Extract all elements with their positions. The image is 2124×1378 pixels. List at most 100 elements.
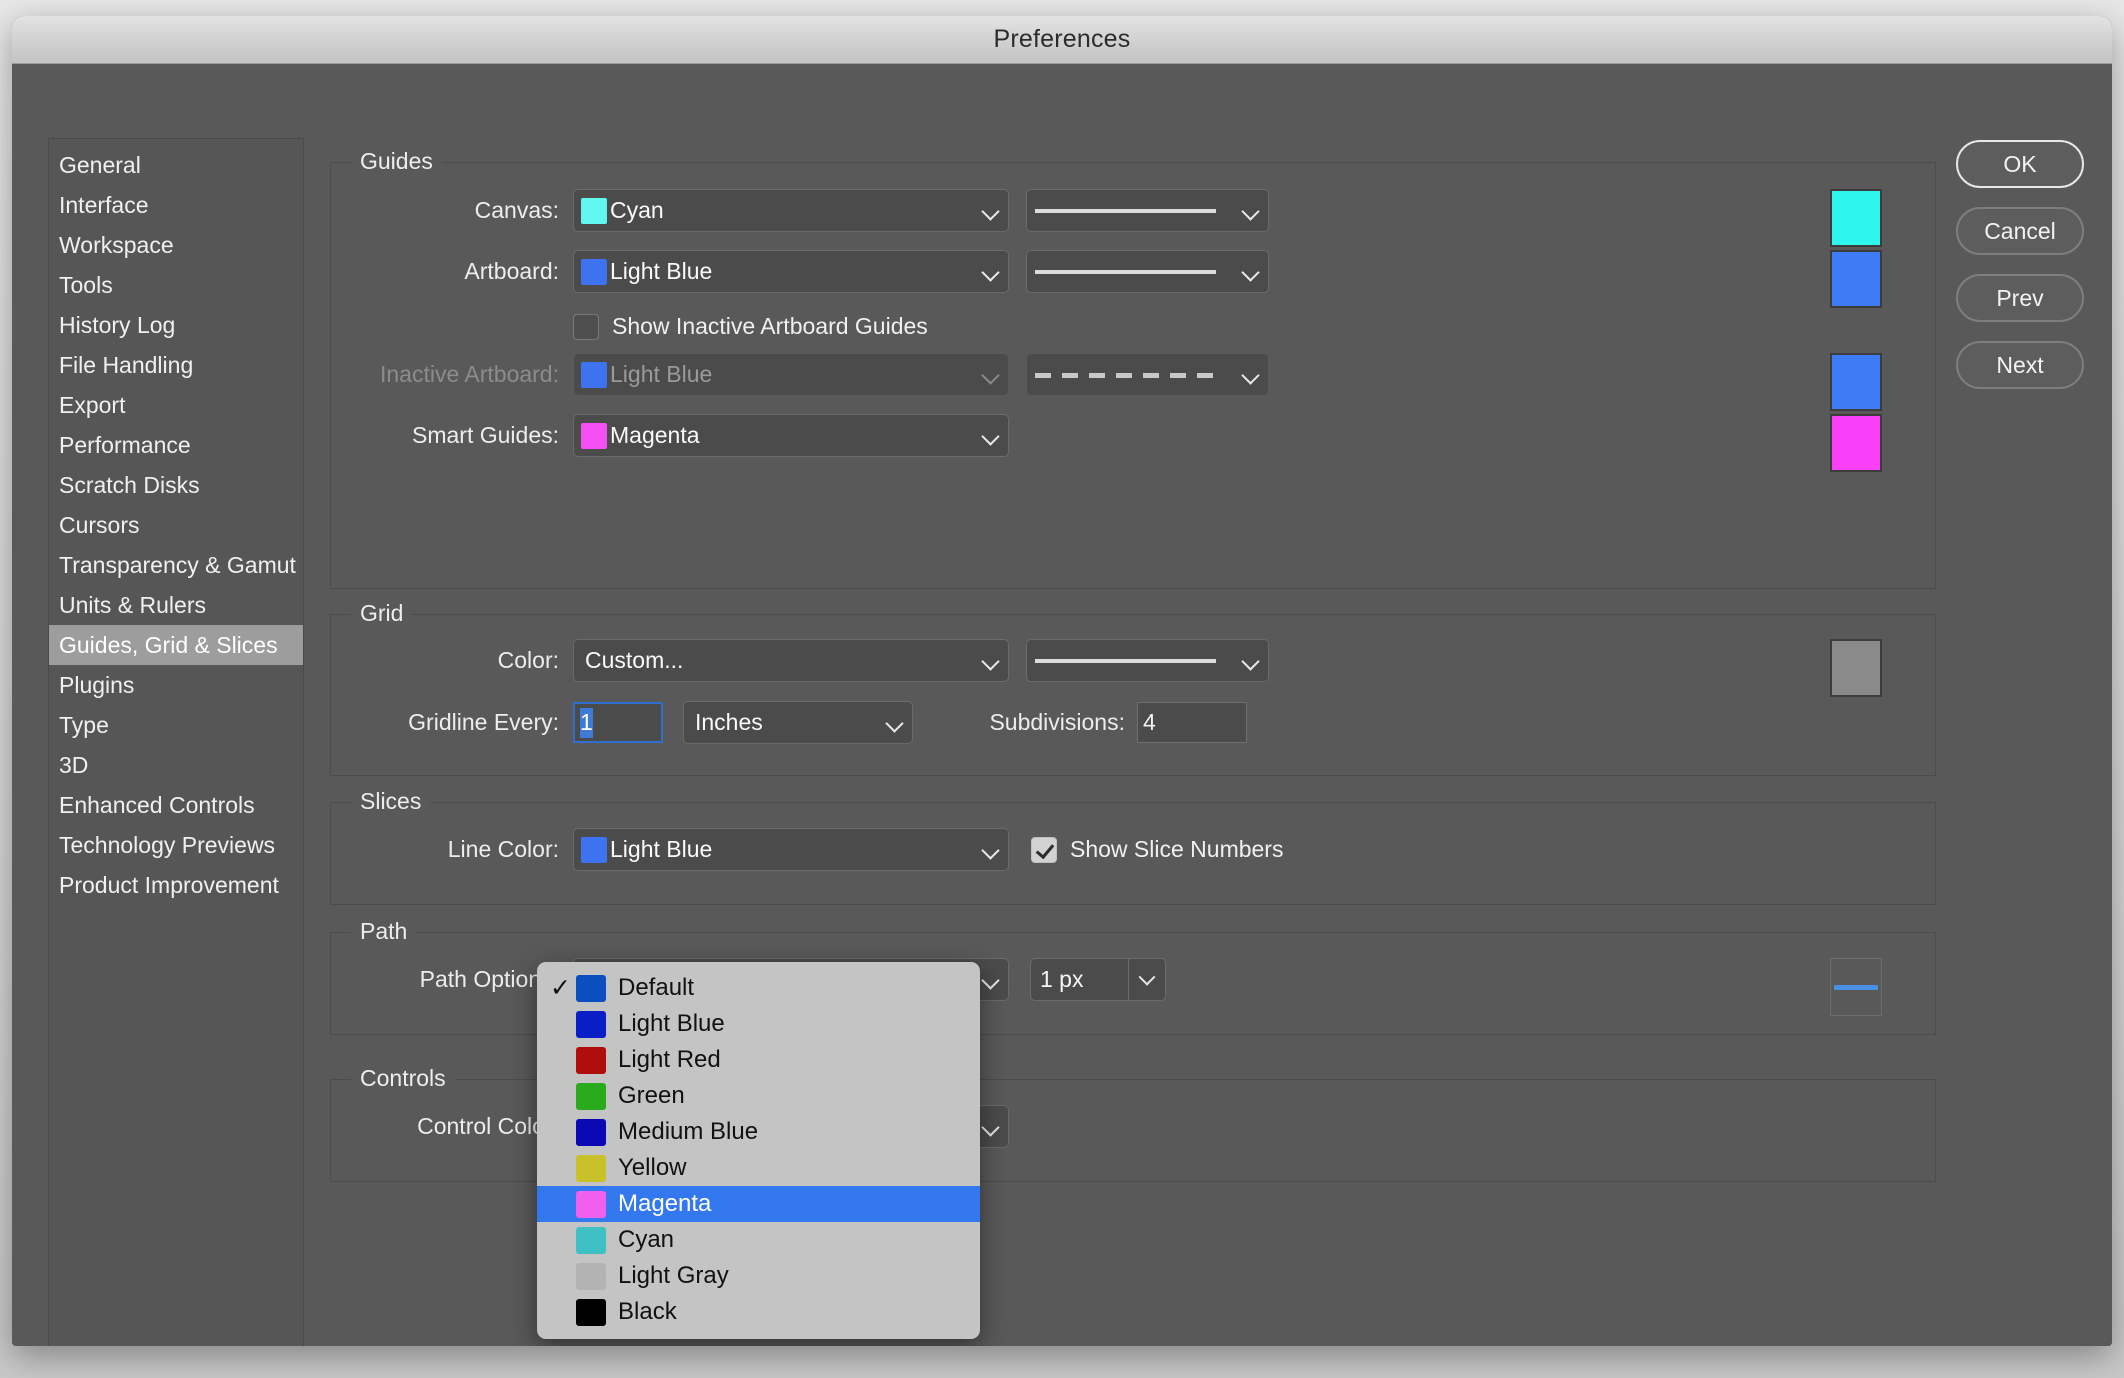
- smart-guides-color-select[interactable]: Magenta: [573, 414, 1009, 457]
- chevron-down-icon: [1240, 364, 1262, 386]
- solid-line-icon: [1035, 651, 1230, 671]
- chevron-down-icon: [980, 200, 1002, 222]
- sidebar-item-performance[interactable]: Performance: [49, 425, 303, 465]
- preferences-dialog: Preferences General Interface Workspace Too…: [12, 16, 2112, 1346]
- menu-item-label: Light Gray: [618, 1262, 729, 1289]
- path-thickness-stepper[interactable]: 1 px: [1030, 958, 1166, 1001]
- next-button[interactable]: Next: [1956, 341, 2084, 389]
- subdivisions-input[interactable]: 4: [1137, 702, 1247, 743]
- sidebar-item-cursors[interactable]: Cursors: [49, 505, 303, 545]
- chevron-down-icon: [980, 261, 1002, 283]
- sidebar-item-units-rulers[interactable]: Units & Rulers: [49, 585, 303, 625]
- show-inactive-artboard-guides-row[interactable]: Show Inactive Artboard Guides: [573, 313, 928, 340]
- chevron-down-icon[interactable]: [1128, 959, 1165, 1000]
- title-bar: Preferences: [12, 16, 2112, 64]
- slice-line-color-value: Light Blue: [610, 836, 713, 862]
- artboard-color-swatch: [581, 258, 607, 285]
- menu-item-label: Light Red: [618, 1046, 721, 1073]
- inactive-artboard-linestyle-select[interactable]: [1026, 353, 1269, 396]
- chevron-down-icon: [980, 969, 1002, 991]
- menu-item-magenta[interactable]: Magenta: [537, 1186, 980, 1222]
- guides-group: Guides Canvas: Cyan Artboard: Light Blue…: [330, 148, 1936, 589]
- sidebar-item-workspace[interactable]: Workspace: [49, 225, 303, 265]
- menu-item-label: Cyan: [618, 1226, 675, 1253]
- sidebar-item-file-handling[interactable]: File Handling: [49, 345, 303, 385]
- inactive-artboard-color-swatch: [581, 361, 607, 388]
- menu-item-yellow[interactable]: Yellow: [537, 1150, 980, 1186]
- chevron-down-icon: [980, 839, 1002, 861]
- artboard-linestyle-select[interactable]: [1026, 250, 1269, 293]
- menu-item-light-red[interactable]: Light Red: [537, 1042, 980, 1078]
- sidebar-item-history-log[interactable]: History Log: [49, 305, 303, 345]
- dialog-title: Preferences: [993, 25, 1131, 53]
- canvas-color-select[interactable]: Cyan: [573, 189, 1009, 232]
- sidebar-item-tools[interactable]: Tools: [49, 265, 303, 305]
- sidebar-item-export[interactable]: Export: [49, 385, 303, 425]
- gridline-every-row: Gridline Every: 1 Inches Subdivisions: 4: [331, 701, 1935, 744]
- show-inactive-artboard-guides-checkbox[interactable]: [573, 313, 599, 340]
- smart-guides-color-swatch: [581, 422, 607, 449]
- smart-guides-color-value: Magenta: [610, 422, 700, 448]
- menu-item-color-swatch: [576, 1118, 606, 1146]
- path-thickness-value: 1 px: [1040, 966, 1084, 992]
- ok-button[interactable]: OK: [1956, 140, 2084, 188]
- menu-item-default[interactable]: ✓ Default: [537, 970, 980, 1006]
- solid-line-icon: [1035, 262, 1230, 282]
- slices-legend: Slices: [351, 788, 431, 815]
- menu-item-light-gray[interactable]: Light Gray: [537, 1258, 980, 1294]
- menu-item-light-blue[interactable]: Light Blue: [537, 1006, 980, 1042]
- grid-color-value: Custom...: [585, 647, 684, 673]
- sidebar-item-transparency-gamut[interactable]: Transparency & Gamut: [49, 545, 303, 585]
- prev-button[interactable]: Prev: [1956, 274, 2084, 322]
- sidebar-item-guides-grid-slices[interactable]: Guides, Grid & Slices: [49, 625, 303, 665]
- sidebar-item-interface[interactable]: Interface: [49, 185, 303, 225]
- preferences-category-list[interactable]: General Interface Workspace Tools History Lo…: [48, 138, 304, 1346]
- sidebar-item-enhanced-controls[interactable]: Enhanced Controls: [49, 785, 303, 825]
- path-color-dropdown-menu[interactable]: ✓ Default Light Blue Light Red Green Medium B…: [537, 962, 980, 1339]
- show-slice-numbers-label: Show Slice Numbers: [1070, 836, 1284, 862]
- canvas-color-value: Cyan: [610, 197, 664, 223]
- sidebar-item-technology-previews[interactable]: Technology Previews: [49, 825, 303, 865]
- sidebar-item-general[interactable]: General: [49, 145, 303, 185]
- chevron-down-icon: [980, 650, 1002, 672]
- control-color-label: Control Color:: [417, 1113, 559, 1139]
- menu-item-medium-blue[interactable]: Medium Blue: [537, 1114, 980, 1150]
- sidebar-item-3d[interactable]: 3D: [49, 745, 303, 785]
- inactive-artboard-color-select[interactable]: Light Blue: [573, 353, 1009, 396]
- slices-group: Slices Line Color: Light Blue Show Slice…: [330, 788, 1936, 905]
- cancel-button[interactable]: Cancel: [1956, 207, 2084, 255]
- menu-item-black[interactable]: Black: [537, 1294, 980, 1330]
- canvas-linestyle-select[interactable]: [1026, 189, 1269, 232]
- grid-color-preview: [1830, 639, 1882, 697]
- dialog-body: General Interface Workspace Tools History Lo…: [12, 64, 2112, 1346]
- menu-item-color-swatch: [576, 1190, 606, 1218]
- slice-line-color-select[interactable]: Light Blue: [573, 828, 1009, 871]
- show-slice-numbers-checkbox[interactable]: [1031, 836, 1057, 863]
- gridline-units-select[interactable]: Inches: [683, 701, 913, 744]
- chevron-down-icon: [980, 425, 1002, 447]
- path-color-preview: [1830, 958, 1882, 1016]
- menu-item-color-swatch: [576, 1298, 606, 1326]
- menu-item-color-swatch: [576, 1082, 606, 1110]
- artboard-guide-row: Artboard: Light Blue: [331, 250, 1935, 293]
- menu-item-color-swatch: [576, 1154, 606, 1182]
- path-options-label: Path Options:: [419, 966, 559, 992]
- subdivisions-value: 4: [1143, 709, 1156, 735]
- grid-color-select[interactable]: Custom...: [573, 639, 1009, 682]
- menu-item-cyan[interactable]: Cyan: [537, 1222, 980, 1258]
- gridline-every-input[interactable]: 1: [573, 702, 663, 743]
- menu-item-green[interactable]: Green: [537, 1078, 980, 1114]
- chevron-down-icon: [980, 1116, 1002, 1138]
- sidebar-item-type[interactable]: Type: [49, 705, 303, 745]
- show-slice-numbers-row[interactable]: Show Slice Numbers: [1031, 836, 1283, 863]
- path-line-preview: [1834, 984, 1878, 990]
- sidebar-item-product-improvement[interactable]: Product Improvement: [49, 865, 303, 905]
- sidebar-item-plugins[interactable]: Plugins: [49, 665, 303, 705]
- slice-line-color-row: Line Color: Light Blue Show Slice Number…: [331, 828, 1935, 871]
- inactive-artboard-row: Inactive Artboard: Light Blue: [331, 353, 1935, 396]
- menu-item-color-swatch: [576, 1262, 606, 1290]
- grid-linestyle-select[interactable]: [1026, 639, 1269, 682]
- artboard-color-select[interactable]: Light Blue: [573, 250, 1009, 293]
- sidebar-item-scratch-disks[interactable]: Scratch Disks: [49, 465, 303, 505]
- grid-legend: Grid: [351, 600, 413, 627]
